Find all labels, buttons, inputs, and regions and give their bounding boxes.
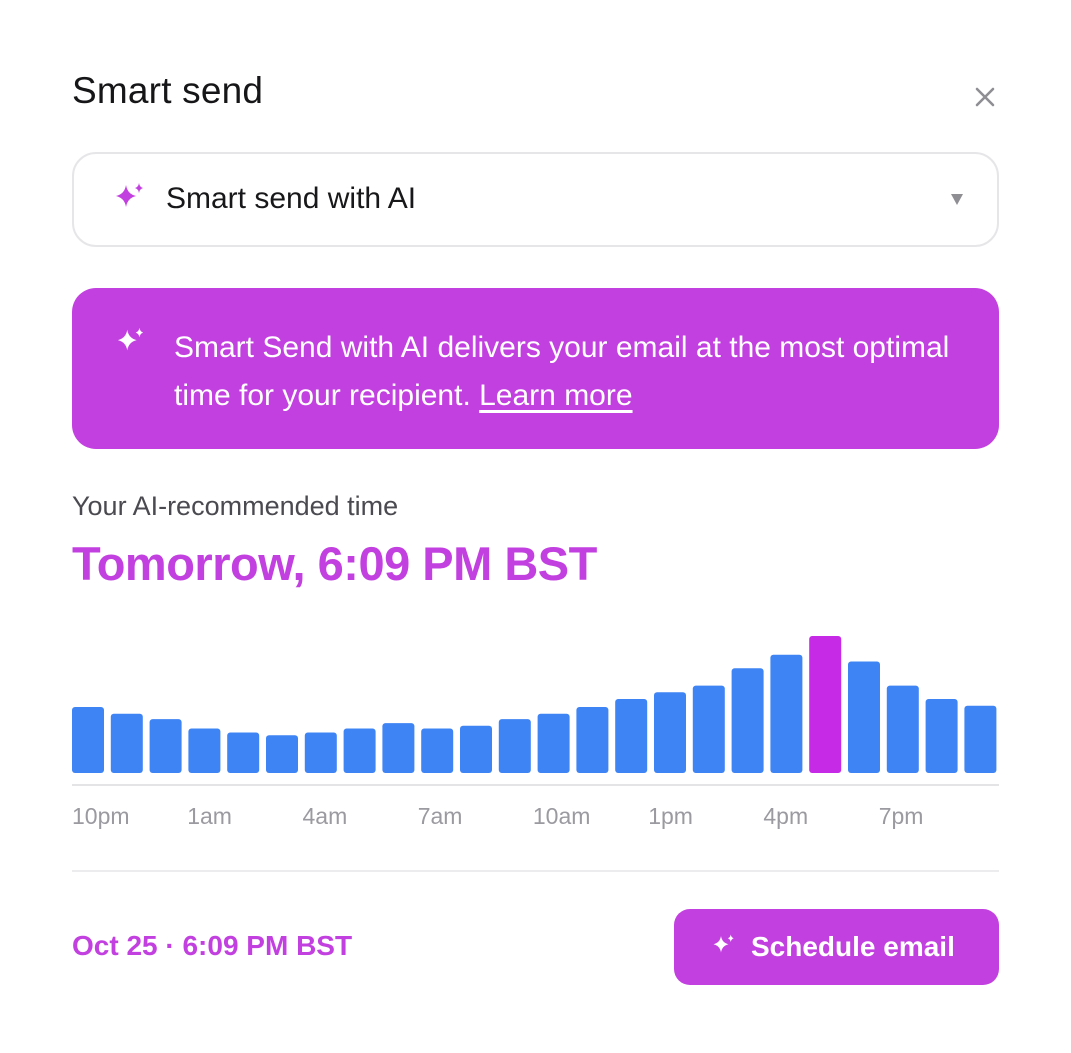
smart-send-dialog: Smart send Smart send with AI Smart Send… [0, 0, 1071, 1053]
chart-bar [537, 713, 570, 773]
chart-bar [886, 685, 919, 773]
chart-bar [110, 713, 143, 773]
scheduled-date: Oct 25 · 6:09 PM BST [72, 930, 353, 961]
caret-down-icon [951, 194, 963, 205]
sparkle-icon [116, 183, 143, 207]
sparkle-icon [713, 934, 734, 953]
chart-bar [615, 699, 648, 773]
info-banner: Smart Send with AI delivers your email a… [72, 288, 999, 449]
chart-bar [72, 707, 104, 773]
close-button[interactable] [968, 80, 1002, 114]
chart-tick-label: 1pm [648, 803, 693, 829]
chart-tick-label: 4am [303, 803, 348, 829]
chart-bar [770, 654, 803, 773]
chart-tick-label: 4pm [763, 803, 808, 829]
chart-bar [731, 668, 764, 773]
schedule-email-label: Schedule email [751, 931, 955, 962]
chart-bar-recommended [809, 636, 842, 773]
chart-tick-label: 7am [418, 803, 463, 829]
send-mode-select[interactable]: Smart send with AI [72, 152, 999, 247]
chart-bar [266, 735, 298, 773]
chart-tick-label: 1am [187, 803, 232, 829]
chart-tick-label: 7pm [879, 803, 924, 829]
dialog-title: Smart send [72, 70, 264, 111]
close-icon [975, 87, 995, 107]
chart-bar [498, 719, 531, 773]
chart-tick-label: 10pm [72, 803, 130, 829]
chart-bar [421, 728, 454, 773]
chart-bar [654, 692, 686, 773]
chart-bar [343, 728, 376, 773]
chart-bar [460, 725, 492, 773]
sparkle-icon [117, 327, 144, 351]
chart-tick-label: 10am [533, 803, 591, 829]
recommended-time: Tomorrow, 6:09 PM BST [72, 537, 597, 590]
chart-bar [692, 685, 725, 773]
schedule-email-button[interactable]: Schedule email [674, 909, 999, 985]
footer-divider [72, 870, 999, 872]
chart-bar [964, 705, 997, 773]
chart-bar [382, 723, 415, 773]
chart-bar [188, 728, 221, 773]
banner-text: Smart Send with AI delivers your email a… [174, 324, 964, 420]
send-time-chart: 10pm 1am 4am 7am 10am 1pm 4pm 7pm [72, 636, 999, 829]
chart-bar [304, 732, 337, 773]
recommended-time-label: Your AI-recommended time [72, 491, 399, 521]
chart-axis-line [72, 784, 999, 786]
chart-bar [576, 707, 609, 773]
select-value: Smart send with AI [166, 182, 417, 215]
chart-bar [227, 732, 260, 773]
chart-bar [848, 661, 880, 773]
chart-bar [925, 699, 958, 773]
chart-bar [149, 719, 182, 773]
learn-more-link[interactable]: Learn more [479, 379, 632, 412]
